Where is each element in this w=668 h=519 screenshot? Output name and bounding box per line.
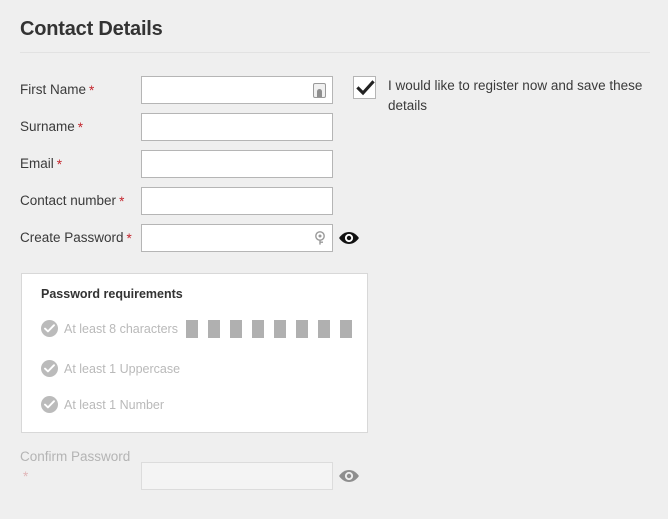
contact-number-label: Contact number: [20, 192, 117, 208]
form-row-create-password: Create Password *: [20, 224, 132, 252]
password-rule-min-length: At least 8 characters: [41, 320, 178, 337]
create-password-input[interactable]: [141, 224, 333, 252]
password-strength-block: [296, 320, 308, 338]
password-strength-block: [318, 320, 330, 338]
password-rule-uppercase: At least 1 Uppercase: [41, 360, 180, 377]
password-strength-block: [208, 320, 220, 338]
first-name-required-mark: *: [89, 82, 95, 98]
confirm-password-required-mark: *: [23, 468, 29, 484]
register-checkbox-label: I would like to register now and save th…: [388, 78, 643, 113]
password-requirements-panel: Password requirements At least 8 charact…: [21, 273, 368, 433]
create-password-label: Create Password: [20, 229, 124, 245]
form-row-email: Email *: [20, 150, 62, 178]
key-icon[interactable]: [313, 231, 327, 246]
show-password-toggle[interactable]: [338, 230, 360, 246]
first-name-label: First Name: [20, 81, 87, 97]
rule-check-icon: [41, 360, 58, 377]
form-row-surname: Surname *: [20, 113, 83, 141]
password-strength-block: [340, 320, 352, 338]
checkmark-icon: [356, 80, 375, 96]
form-row-contact-number: Contact number *: [20, 187, 124, 215]
email-input[interactable]: [141, 150, 333, 178]
register-checkbox[interactable]: [353, 76, 376, 99]
password-strength-block: [274, 320, 286, 338]
email-label: Email: [20, 155, 54, 171]
password-strength-block: [230, 320, 242, 338]
password-rule-number: At least 1 Number: [41, 396, 164, 413]
rule-check-icon: [41, 320, 58, 337]
title-divider: [20, 52, 650, 53]
contact-number-required-mark: *: [119, 193, 125, 209]
surname-required-mark: *: [77, 119, 84, 135]
surname-input[interactable]: [141, 113, 333, 141]
email-required-mark: *: [56, 156, 63, 172]
show-confirm-password-toggle[interactable]: [338, 468, 360, 484]
password-strength-block: [252, 320, 264, 338]
page-title: Contact Details: [20, 18, 163, 40]
confirm-password-label-group: Confirm Password *: [20, 447, 135, 486]
first-name-input[interactable]: [141, 76, 333, 104]
password-strength-blocks: [186, 320, 352, 338]
rule-check-icon: [41, 396, 58, 413]
password-rule-label: At least 1 Number: [64, 397, 165, 412]
contact-card-icon[interactable]: [313, 83, 326, 98]
password-strength-block: [186, 320, 198, 338]
contact-details-page: Contact Details First Name * Surname * E…: [0, 0, 668, 519]
confirm-password-input[interactable]: [141, 462, 333, 490]
password-requirements-title: Password requirements: [41, 287, 183, 301]
password-rule-label: At least 1 Uppercase: [64, 361, 181, 376]
register-checkbox-block[interactable]: I would like to register now and save th…: [353, 76, 650, 115]
create-password-required-mark: *: [126, 230, 132, 246]
contact-number-input[interactable]: [141, 187, 333, 215]
surname-label: Surname: [20, 118, 75, 134]
confirm-password-label: Confirm Password: [20, 449, 131, 464]
form-row-first-name: First Name *: [20, 76, 94, 104]
password-rule-label: At least 8 characters: [64, 321, 178, 336]
